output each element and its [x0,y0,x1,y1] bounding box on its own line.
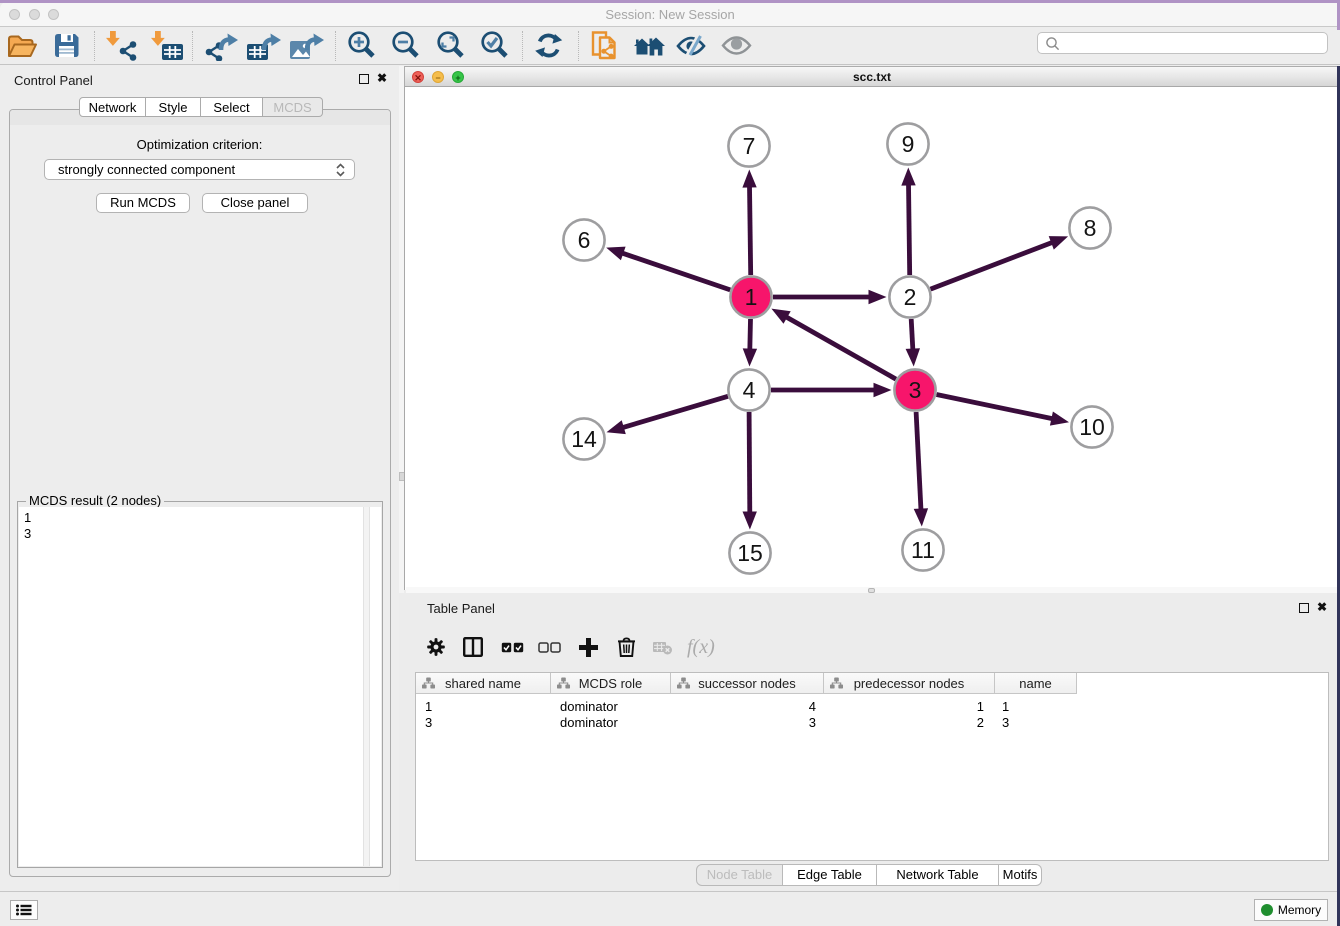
svg-text:4: 4 [743,377,756,403]
svg-text:1: 1 [745,284,758,310]
svg-text:7: 7 [743,133,756,159]
svg-text:15: 15 [737,540,763,566]
svg-text:3: 3 [909,377,922,403]
svg-text:11: 11 [911,537,935,563]
svg-text:10: 10 [1079,414,1105,440]
svg-text:2: 2 [904,284,917,310]
svg-text:8: 8 [1084,215,1097,241]
svg-text:9: 9 [902,131,915,157]
svg-text:14: 14 [571,426,597,452]
svg-text:6: 6 [578,227,591,253]
